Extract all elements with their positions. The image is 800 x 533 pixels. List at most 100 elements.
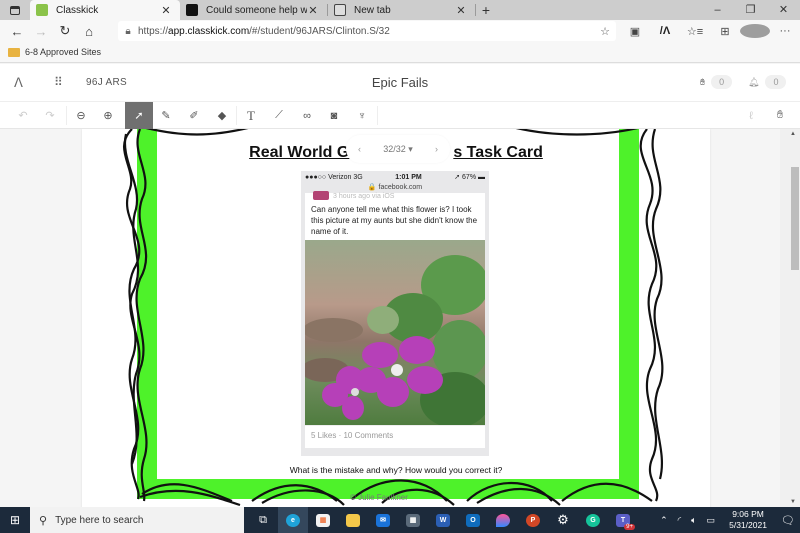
- sticker-tool-button[interactable]: ℓ: [737, 102, 765, 129]
- facebook-post: 3 hours ago via iOS Can anyone tell me w…: [305, 191, 485, 448]
- raise-hand-button[interactable]: ✋︎: [766, 102, 794, 129]
- tab-new-tab[interactable]: New tab ✕: [328, 0, 475, 20]
- next-page-button[interactable]: ›: [435, 144, 438, 154]
- phone-url: 🔒 facebook.com: [367, 184, 423, 191]
- text-tool-button[interactable]: T: [237, 102, 265, 129]
- page-selector-dropdown[interactable]: 32/32 ▾: [383, 144, 413, 155]
- extension-a-icon[interactable]: /Λ: [650, 25, 680, 37]
- taskbar-teams[interactable]: T 9+: [608, 507, 638, 533]
- close-tab-icon[interactable]: ✕: [455, 4, 467, 17]
- taskbar-mail[interactable]: ✉: [368, 507, 398, 533]
- battery-icon[interactable]: ▭: [702, 515, 721, 526]
- clock-date: 5/31/2021: [729, 520, 767, 530]
- scrollbar-thumb[interactable]: [791, 167, 799, 270]
- home-button[interactable]: ⌂: [77, 24, 101, 39]
- taskbar-paint[interactable]: [488, 507, 518, 533]
- add-favorite-icon[interactable]: ☆: [594, 25, 616, 38]
- word-icon: W: [436, 513, 450, 527]
- volume-icon[interactable]: 🔈︎: [686, 515, 701, 526]
- folder-icon: [8, 47, 20, 57]
- post-stats: 5 Likes · 10 Comments: [305, 425, 485, 445]
- taskbar-settings[interactable]: ⚙: [548, 507, 578, 533]
- tab-title: Classkick: [56, 4, 99, 16]
- task-card-page[interactable]: Real World Gs Task Card ●●●○○ Verizon 3G…: [82, 129, 710, 507]
- taskbar-search-box[interactable]: ⚲ Type here to search: [30, 507, 244, 533]
- tab-actions-button[interactable]: [0, 0, 30, 20]
- store-icon: ▦: [316, 513, 330, 527]
- windows-start-button[interactable]: ⊞: [0, 513, 30, 527]
- wifi-icon[interactable]: ◜: [673, 515, 687, 526]
- close-tab-icon[interactable]: ✕: [160, 4, 172, 17]
- system-tray: ⌃ ◜ 🔈︎ ▭ 9:06 PM 5/31/2021 🗨︎: [655, 507, 800, 533]
- work-canvas[interactable]: Real World Gs Task Card ●●●○○ Verizon 3G…: [0, 129, 780, 507]
- taskbar-store[interactable]: ▦: [308, 507, 338, 533]
- taskbar-file-explorer[interactable]: [338, 507, 368, 533]
- line-tool-button[interactable]: ⟋: [265, 102, 293, 129]
- taskbar-powerpoint[interactable]: P: [518, 507, 548, 533]
- camera-tool-button[interactable]: ◙: [320, 102, 348, 129]
- highlighter-tool-button[interactable]: ✐: [180, 102, 208, 129]
- flower-photo: [305, 240, 485, 425]
- task-view-icon: ⧉: [259, 513, 267, 526]
- favorites-icon[interactable]: ☆≡: [680, 25, 710, 38]
- lock-icon: 🔒︎: [125, 25, 131, 37]
- more-menu-icon[interactable]: ···: [770, 25, 800, 37]
- eraser-tool-button[interactable]: ◆: [208, 102, 236, 129]
- scroll-up-arrow-icon[interactable]: ▲: [790, 131, 796, 137]
- bell-icon: 🔔︎: [748, 76, 760, 87]
- window-controls: – ❐ ✕: [701, 0, 800, 20]
- taskbar-calculator[interactable]: ▦: [398, 507, 428, 533]
- new-tab-favicon-icon: [334, 4, 346, 16]
- zoom-out-button[interactable]: ⊖: [67, 102, 95, 129]
- tab-brainly-question[interactable]: Could someone help with these ✕: [180, 0, 327, 20]
- address-bar[interactable]: 🔒︎ https://app.classkick.com/#/student/9…: [118, 21, 616, 41]
- taskbar-outlook[interactable]: O: [458, 507, 488, 533]
- vertical-scrollbar[interactable]: ▲ ▼: [780, 129, 800, 507]
- pen-tool-button[interactable]: ✎: [152, 102, 180, 129]
- powerpoint-icon: P: [526, 513, 540, 527]
- outlook-icon: O: [466, 513, 480, 527]
- microphone-tool-button[interactable]: ♆: [348, 102, 376, 129]
- collections-icon[interactable]: ⊞: [710, 25, 740, 38]
- calculator-icon: ▦: [406, 513, 420, 527]
- redo-button[interactable]: ↷: [36, 102, 64, 129]
- system-clock[interactable]: 9:06 PM 5/31/2021: [720, 509, 776, 531]
- taskbar-grammarly[interactable]: G: [578, 507, 608, 533]
- page-navigator: ‹ 32/32 ▾ ›: [346, 135, 450, 163]
- facebook-post-screenshot: ●●●○○ Verizon 3G 1:01 PM ➚ 67% ▬ 🔒 faceb…: [301, 171, 489, 456]
- browser-tab-strip: Classkick ✕ Could someone help with thes…: [0, 0, 800, 20]
- scroll-down-arrow-icon[interactable]: ▼: [790, 499, 796, 505]
- profile-avatar[interactable]: [740, 24, 770, 38]
- back-button[interactable]: ←: [5, 24, 29, 39]
- refresh-button[interactable]: ↻: [53, 23, 77, 39]
- bookmarks-bar: 6-8 Approved Sites: [0, 42, 800, 63]
- teams-badge: 9+: [624, 524, 635, 530]
- tab-title: Could someone help with these: [206, 4, 307, 16]
- forward-button[interactable]: →: [29, 24, 53, 39]
- task-view-button[interactable]: ⧉: [248, 507, 278, 533]
- tab-title: New tab: [354, 4, 391, 16]
- previous-page-button[interactable]: ‹: [358, 144, 361, 154]
- notification-counter[interactable]: 🔔︎ 0: [748, 75, 787, 89]
- new-tab-button[interactable]: +: [476, 0, 496, 20]
- grammarly-icon: G: [586, 513, 600, 527]
- restore-button[interactable]: ❐: [734, 0, 767, 20]
- phone-status-bar: ●●●○○ Verizon 3G 1:01 PM ➚ 67% ▬: [305, 173, 485, 182]
- zoom-in-button[interactable]: ⊕: [94, 102, 122, 129]
- extension-icon[interactable]: ▣: [620, 25, 650, 38]
- minimize-button[interactable]: –: [701, 0, 734, 20]
- link-tool-button[interactable]: ∞: [293, 102, 321, 129]
- bookmark-folder-approved-sites[interactable]: 6-8 Approved Sites: [25, 47, 101, 57]
- show-hidden-icons-icon[interactable]: ⌃: [655, 515, 673, 526]
- clock-time: 9:06 PM: [732, 509, 764, 519]
- taskbar-edge[interactable]: e: [278, 507, 308, 533]
- undo-button[interactable]: ↶: [9, 102, 37, 129]
- select-tool-button[interactable]: ➚: [125, 102, 153, 129]
- close-window-button[interactable]: ✕: [767, 0, 800, 20]
- url-text: https://app.classkick.com/#/student/96JA…: [138, 25, 390, 37]
- close-tab-icon[interactable]: ✕: [307, 4, 319, 17]
- action-center-icon[interactable]: 🗨︎: [776, 514, 800, 527]
- tab-classkick[interactable]: Classkick ✕: [30, 0, 180, 20]
- help-request-counter[interactable]: ✋︎ 0: [700, 75, 733, 89]
- taskbar-word[interactable]: W: [428, 507, 458, 533]
